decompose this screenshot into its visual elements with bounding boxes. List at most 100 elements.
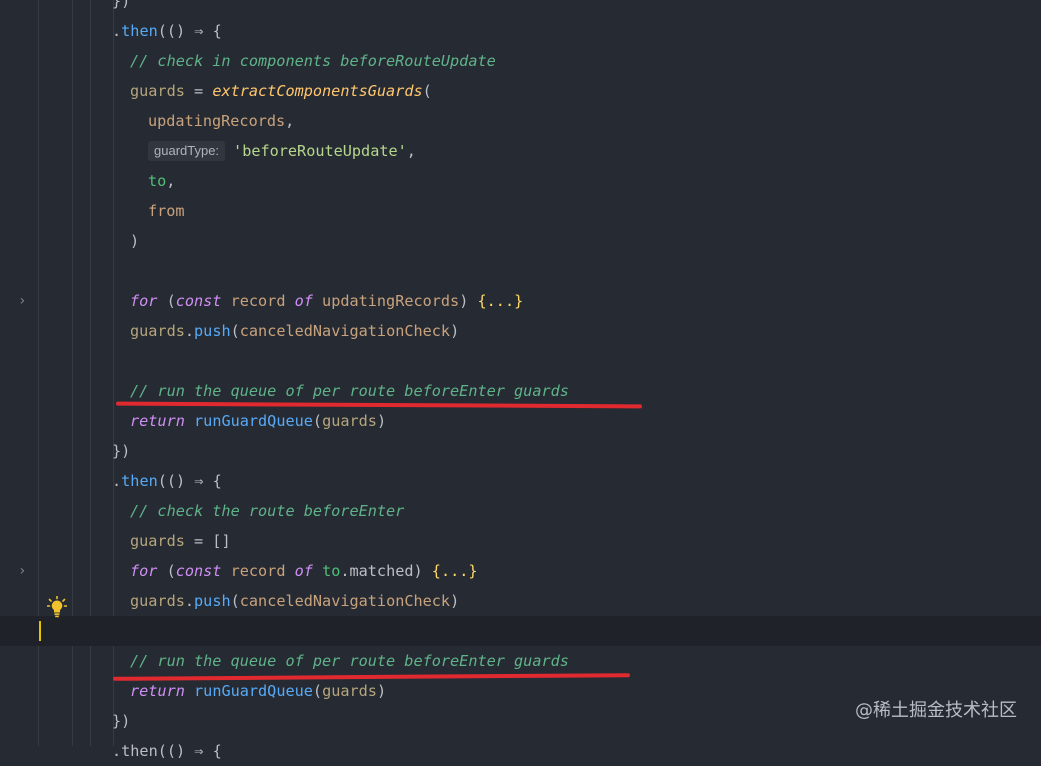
code-token: canceledNavigationCheck xyxy=(239,322,451,340)
code-token: guards xyxy=(130,82,185,100)
code-token: ( xyxy=(157,562,176,580)
code-line[interactable] xyxy=(0,616,1041,646)
code-token: // check the route beforeEnter xyxy=(130,502,405,520)
code-token: }) xyxy=(112,712,131,730)
code-line[interactable]: // check the route beforeEnter xyxy=(0,496,1041,526)
code-line[interactable]: return runGuardQueue(guards) xyxy=(0,406,1041,436)
code-token: guards xyxy=(130,592,185,610)
code-text: guards.push(canceledNavigationCheck) xyxy=(130,586,459,616)
code-token: {...} xyxy=(431,562,478,580)
code-token: guards xyxy=(322,412,377,430)
code-token: ) xyxy=(450,322,460,340)
code-token: then xyxy=(121,22,158,40)
code-text: to, xyxy=(148,166,175,196)
code-token: ) xyxy=(376,412,387,430)
code-line[interactable]: › for (const record of to.matched) {...} xyxy=(0,556,1041,586)
code-text: return runGuardQueue(guards) xyxy=(130,406,386,436)
code-text: }) xyxy=(112,0,130,16)
code-token: = xyxy=(184,82,213,100)
code-line[interactable] xyxy=(0,256,1041,286)
code-line[interactable]: guardType: 'beforeRouteUpdate', xyxy=(0,136,1041,166)
parameter-hint: guardType: xyxy=(148,141,226,161)
code-token: , xyxy=(285,112,295,130)
code-token: guards xyxy=(130,532,185,550)
code-text: guardType: 'beforeRouteUpdate', xyxy=(148,136,416,166)
code-text: .then(() ⇒ { xyxy=(112,16,222,46)
code-text: // run the queue of per route beforeEnte… xyxy=(130,646,569,676)
code-token: ( xyxy=(422,82,432,100)
code-token: (() ⇒ { xyxy=(157,22,222,40)
code-text: from xyxy=(148,196,185,226)
code-text: for (const record of to.matched) {...} xyxy=(130,556,478,586)
code-line[interactable]: // run the queue of per route beforeEnte… xyxy=(0,646,1041,676)
code-line[interactable]: ) xyxy=(0,226,1041,256)
code-token: ( xyxy=(157,292,176,310)
code-token: of xyxy=(294,562,313,580)
code-token: const xyxy=(175,562,222,580)
code-line[interactable]: to, xyxy=(0,166,1041,196)
code-token: to xyxy=(322,562,341,580)
code-line[interactable]: updatingRecords, xyxy=(0,106,1041,136)
code-token: ) xyxy=(450,592,460,610)
code-text: updatingRecords, xyxy=(148,106,294,136)
chevron-right-icon[interactable]: › xyxy=(18,556,26,586)
watermark: @稀土掘金技术社区 xyxy=(855,700,1017,721)
code-token: of xyxy=(294,292,313,310)
code-token: updatingRecords xyxy=(148,112,286,130)
code-token: ( xyxy=(230,592,240,610)
lightbulb-icon[interactable] xyxy=(47,596,67,618)
code-token: }) xyxy=(112,442,131,460)
code-token: .then(() ⇒ { xyxy=(112,742,222,760)
code-token: record xyxy=(221,562,295,580)
code-token: then xyxy=(121,472,158,490)
code-token: (() ⇒ { xyxy=(157,472,222,490)
code-token: guards xyxy=(322,682,377,700)
code-line[interactable]: }) xyxy=(0,436,1041,466)
code-token: return xyxy=(130,412,185,430)
code-token: , xyxy=(406,142,416,160)
code-token: . xyxy=(112,22,122,40)
code-token: const xyxy=(175,292,222,310)
code-token: .matched) xyxy=(340,562,432,580)
code-line[interactable]: .then(() ⇒ { xyxy=(0,16,1041,46)
code-line[interactable] xyxy=(0,346,1041,376)
code-line[interactable]: from xyxy=(0,196,1041,226)
code-line[interactable]: .then(() ⇒ { xyxy=(0,466,1041,496)
code-token: 'beforeRouteUpdate' xyxy=(233,142,407,160)
code-token: ) xyxy=(376,682,387,700)
code-token: ) xyxy=(459,292,478,310)
code-token: canceledNavigationCheck xyxy=(239,592,451,610)
code-line[interactable]: › for (const record of updatingRecords) {… xyxy=(0,286,1041,316)
code-text: guards.push(canceledNavigationCheck) xyxy=(130,316,459,346)
code-line[interactable]: guards = [] xyxy=(0,526,1041,556)
code-token: record xyxy=(221,292,295,310)
code-line[interactable]: guards.push(canceledNavigationCheck) xyxy=(0,316,1041,346)
code-token: extractComponentsGuards xyxy=(212,82,423,100)
code-token: {...} xyxy=(477,292,524,310)
code-line[interactable]: // check in components beforeRouteUpdate xyxy=(0,46,1041,76)
code-text: return runGuardQueue(guards) xyxy=(130,676,386,706)
code-editor[interactable]: }) .then(() ⇒ {// check in components bef… xyxy=(0,0,1041,760)
code-token: . xyxy=(184,592,195,610)
code-token: // check in components beforeRouteUpdate xyxy=(130,52,496,70)
code-text: }) xyxy=(112,436,130,466)
code-line[interactable]: }) xyxy=(0,0,1041,16)
code-text: ) xyxy=(130,226,139,256)
code-text: // check in components beforeRouteUpdate xyxy=(130,46,496,76)
code-token: return xyxy=(130,682,185,700)
code-token: to xyxy=(148,172,167,190)
code-token: . xyxy=(184,322,195,340)
code-line[interactable]: guards = extractComponentsGuards( xyxy=(0,76,1041,106)
code-text: guards = [] xyxy=(130,526,231,556)
code-token: updatingRecords xyxy=(312,292,460,310)
code-line[interactable]: guards.push(canceledNavigationCheck) xyxy=(0,586,1041,616)
code-line[interactable]: .then(() ⇒ { xyxy=(0,736,1041,766)
code-text: .then(() ⇒ { xyxy=(112,466,222,496)
chevron-right-icon[interactable]: › xyxy=(18,286,26,316)
code-token: for xyxy=(130,562,158,580)
code-token: ( xyxy=(312,682,323,700)
code-token: for xyxy=(130,292,158,310)
code-token: , xyxy=(166,172,176,190)
